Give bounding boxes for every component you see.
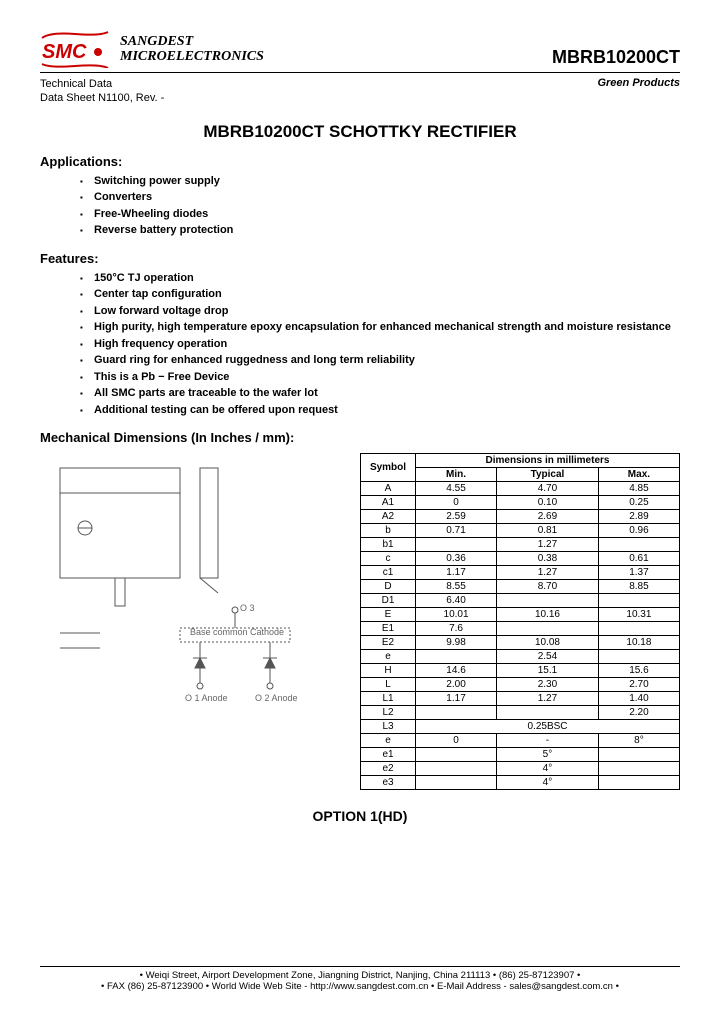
list-item: All SMC parts are traceable to the wafer… [80, 385, 680, 402]
datasheet-rev: Data Sheet N1100, Rev. - [40, 91, 164, 105]
features-head: Features: [40, 251, 680, 266]
list-item: High purity, high temperature epoxy enca… [80, 319, 680, 336]
table-row: b0.710.810.96 [361, 524, 680, 538]
company-line1: SANGDEST [120, 34, 264, 49]
footer-line1: • Weiqi Street, Airport Development Zone… [40, 970, 680, 981]
technical-data: Technical Data [40, 77, 164, 91]
th-max: Max. [598, 468, 679, 482]
table-row: b11.27 [361, 538, 680, 552]
mech-row: Base common Cathode O 3 O 1 Anode O 2 An… [40, 453, 680, 790]
th-symbol: Symbol [361, 454, 416, 482]
list-item: This is a Pb − Free Device [80, 369, 680, 386]
header: SMC SANGDEST MICROELECTRONICS MBRB10200C… [40, 30, 680, 68]
part-number: MBRB10200CT [552, 33, 680, 68]
schematic-base-label: Base common Cathode [190, 627, 284, 637]
table-row: A100.100.25 [361, 496, 680, 510]
table-row: e15° [361, 748, 680, 762]
mech-drawing: Base common Cathode O 3 O 1 Anode O 2 An… [40, 453, 350, 716]
applications-list: Switching power supply Converters Free-W… [80, 173, 680, 239]
subhead-left: Technical Data Data Sheet N1100, Rev. - [40, 77, 164, 106]
table-row: E10.0110.1610.31 [361, 608, 680, 622]
company-name: SANGDEST MICROELECTRONICS [120, 34, 264, 65]
table-row: c11.171.271.37 [361, 566, 680, 580]
list-item: Reverse battery protection [80, 222, 680, 239]
header-rule [40, 72, 680, 73]
table-row: L2.002.302.70 [361, 678, 680, 692]
dimensions-table: Symbol Dimensions in millimeters Min. Ty… [360, 453, 680, 790]
list-item: Low forward voltage drop [80, 303, 680, 320]
table-row: E29.9810.0810.18 [361, 636, 680, 650]
table-row: D16.40 [361, 594, 680, 608]
schematic-pin3: O 3 [240, 603, 255, 613]
table-row: e34° [361, 776, 680, 790]
table-row: A4.554.704.85 [361, 482, 680, 496]
list-item: Switching power supply [80, 173, 680, 190]
table-row: H14.615.115.6 [361, 664, 680, 678]
footer-line2: • FAX (86) 25-87123900 • World Wide Web … [40, 981, 680, 992]
table-row: L30.25BSC [361, 720, 680, 734]
schematic-pin2: O 2 Anode [255, 693, 298, 703]
table-row: A22.592.692.89 [361, 510, 680, 524]
table-row: e0-8° [361, 734, 680, 748]
list-item: Center tap configuration [80, 286, 680, 303]
schematic-pin1: O 1 Anode [185, 693, 228, 703]
subhead: Technical Data Data Sheet N1100, Rev. - … [40, 77, 680, 106]
list-item: High frequency operation [80, 336, 680, 353]
page-title: MBRB10200CT SCHOTTKY RECTIFIER [40, 122, 680, 142]
mech-head: Mechanical Dimensions (In Inches / mm): [40, 430, 680, 445]
footer: • Weiqi Street, Airport Development Zone… [40, 966, 680, 992]
logo-block: SMC SANGDEST MICROELECTRONICS [40, 30, 264, 68]
th-dim: Dimensions in millimeters [416, 454, 680, 468]
features-list: 150°C TJ operation Center tap configurat… [80, 270, 680, 419]
table-row: e24° [361, 762, 680, 776]
list-item: Converters [80, 189, 680, 206]
option-label: OPTION 1(HD) [40, 808, 680, 824]
list-item: Guard ring for enhanced ruggedness and l… [80, 352, 680, 369]
svg-text:SMC: SMC [42, 41, 87, 63]
table-row: e2.54 [361, 650, 680, 664]
list-item: 150°C TJ operation [80, 270, 680, 287]
table-row: c0.360.380.61 [361, 552, 680, 566]
green-products: Green Products [597, 77, 680, 106]
list-item: Free-Wheeling diodes [80, 206, 680, 223]
company-logo: SMC [40, 30, 110, 68]
table-row: E17.6 [361, 622, 680, 636]
company-line2: MICROELECTRONICS [120, 49, 264, 64]
th-typ: Typical [497, 468, 599, 482]
applications-head: Applications: [40, 154, 680, 169]
list-item: Additional testing can be offered upon r… [80, 402, 680, 419]
th-min: Min. [416, 468, 497, 482]
table-row: D8.558.708.85 [361, 580, 680, 594]
table-row: L22.20 [361, 706, 680, 720]
table-row: L11.171.271.40 [361, 692, 680, 706]
